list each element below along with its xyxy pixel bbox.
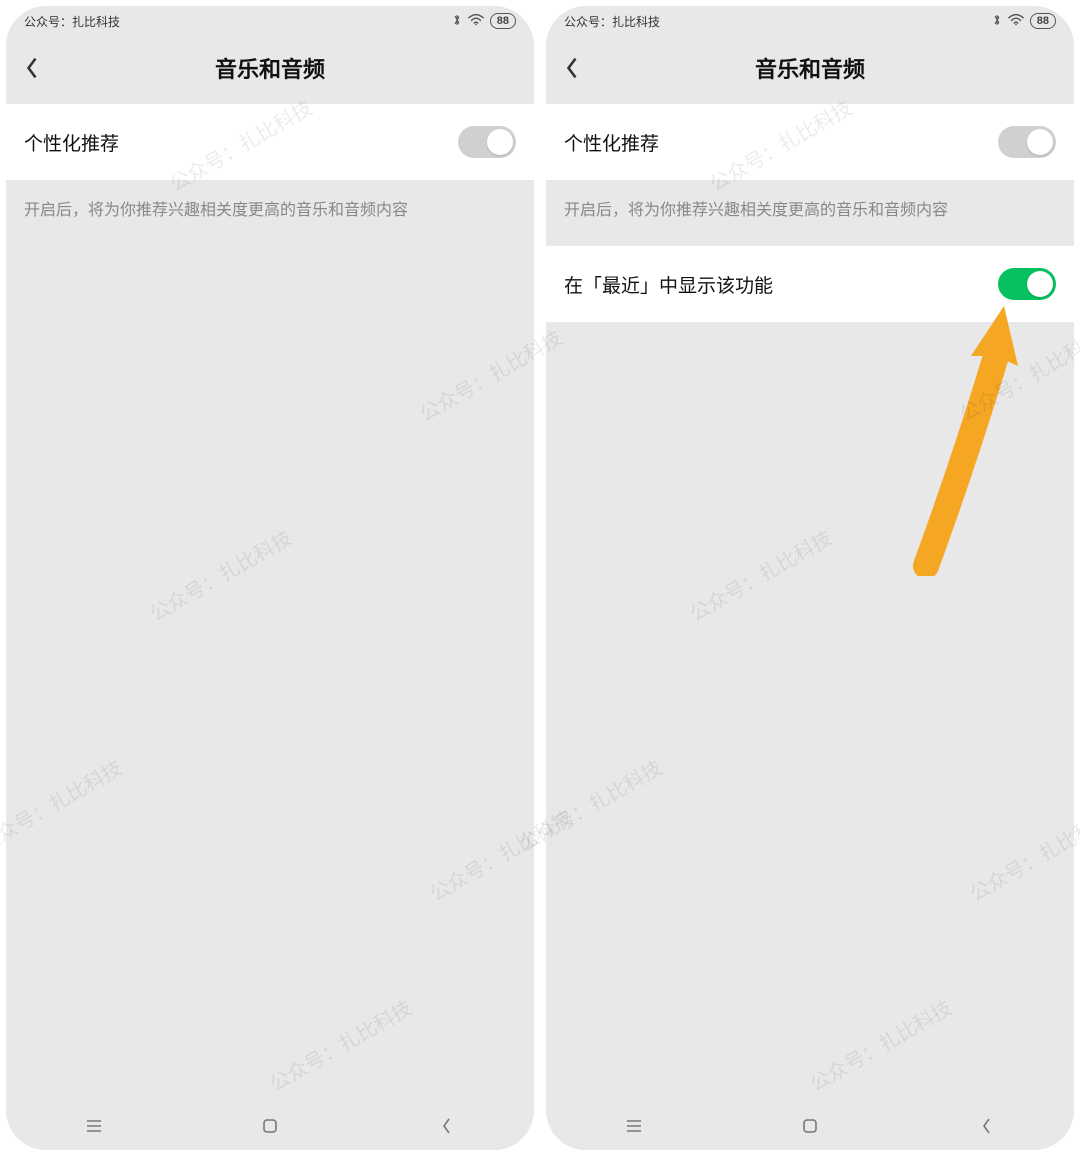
status-bar: 公众号：扎比科技 88 [6,6,534,32]
setting-label: 在「最近」中显示该功能 [564,271,773,298]
system-nav-bar [6,1102,534,1150]
battery-level: 88 [490,13,516,29]
wifi-icon [468,13,484,30]
setting-description: 开启后，将为你推荐兴趣相关度更高的音乐和音频内容 [6,180,534,240]
back-button[interactable] [6,32,58,104]
nav-header: 音乐和音频 [6,32,534,104]
phone-screen-right: 公众号：扎比科技 88 音乐和音频 个性化推荐 开启后，将为你推荐兴趣相关度更高… [546,6,1074,1150]
toggle-show-in-recent[interactable] [998,268,1056,300]
page-title: 音乐和音频 [6,52,534,84]
nav-header: 音乐和音频 [546,32,1074,104]
settings-body: 个性化推荐 开启后，将为你推荐兴趣相关度更高的音乐和音频内容 [6,104,534,1102]
bluetooth-icon [992,13,1002,30]
toggle-knob [1027,129,1053,155]
bluetooth-icon [452,13,462,30]
recents-button[interactable] [604,1116,664,1136]
recents-button[interactable] [64,1116,124,1136]
status-source-label: 公众号：扎比科技 [564,13,660,30]
phone-screen-left: 公众号：扎比科技 88 音乐和音频 个性化推荐 开启后，将为你推荐兴趣相关度更高… [6,6,534,1150]
setting-label: 个性化推荐 [564,129,659,156]
setting-personalization[interactable]: 个性化推荐 [6,104,534,180]
back-nav-button[interactable] [416,1116,476,1136]
back-button[interactable] [546,32,598,104]
setting-personalization[interactable]: 个性化推荐 [546,104,1074,180]
page-title: 音乐和音频 [546,52,1074,84]
back-nav-button[interactable] [956,1116,1016,1136]
wifi-icon [1008,13,1024,30]
battery-level: 88 [1030,13,1056,29]
setting-label: 个性化推荐 [24,129,119,156]
setting-show-in-recent[interactable]: 在「最近」中显示该功能 [546,246,1074,322]
system-nav-bar [546,1102,1074,1150]
setting-description: 开启后，将为你推荐兴趣相关度更高的音乐和音频内容 [546,180,1074,240]
status-bar: 公众号：扎比科技 88 [546,6,1074,32]
toggle-personalization[interactable] [458,126,516,158]
home-button[interactable] [780,1116,840,1136]
toggle-knob [1027,271,1053,297]
home-button[interactable] [240,1116,300,1136]
toggle-personalization[interactable] [998,126,1056,158]
toggle-knob [487,129,513,155]
status-source-label: 公众号：扎比科技 [24,13,120,30]
settings-body: 个性化推荐 开启后，将为你推荐兴趣相关度更高的音乐和音频内容 在「最近」中显示该… [546,104,1074,1102]
